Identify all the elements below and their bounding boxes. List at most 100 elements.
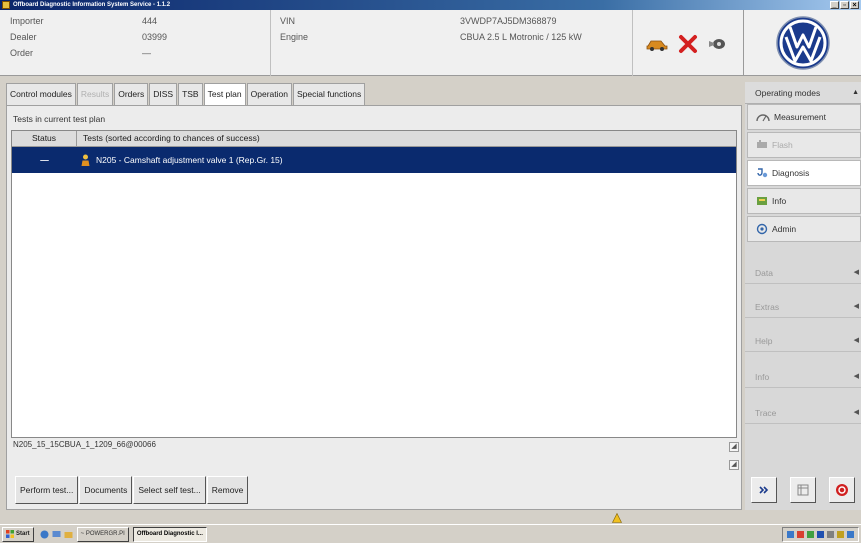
sidebar-section-label: Trace	[755, 408, 777, 418]
row-status: —	[40, 155, 49, 165]
no-connection-icon	[679, 35, 697, 53]
tab-test-plan[interactable]: Test plan	[203, 83, 246, 105]
vw-logo-icon	[775, 15, 830, 70]
operating-modes-header[interactable]: Operating modes ▲	[745, 82, 861, 104]
table-header: Status Tests (sorted according to chance…	[12, 131, 736, 147]
windows-icon	[6, 530, 14, 538]
sidebar-controls	[745, 472, 861, 508]
diagnostic-plug-icon	[709, 39, 725, 49]
action-bar: Perform test... Documents Select self te…	[15, 476, 249, 504]
connection-status	[646, 34, 726, 54]
window-title: Offboard Diagnostic Information System S…	[13, 2, 171, 8]
importer-label: Importer	[10, 16, 44, 26]
taskbar-item-powergr[interactable]: ~ POWERGR.PI	[76, 526, 129, 542]
test-plan-table: Status Tests (sorted according to chance…	[11, 130, 737, 438]
folder-icon[interactable]	[64, 530, 73, 539]
status-bar	[0, 512, 861, 524]
engine-label: Engine	[280, 32, 309, 42]
tab-operation[interactable]: Operation	[246, 83, 292, 105]
sidebar-section-label: Extras	[755, 302, 780, 312]
diagnosis-icon	[757, 168, 768, 178]
vin-label: VIN	[280, 16, 296, 26]
stop-icon	[835, 484, 848, 496]
tab-special-functions[interactable]: Special functions	[292, 83, 366, 105]
sidebar-item-info[interactable]: Info	[747, 188, 861, 214]
order-value: —	[142, 48, 151, 58]
tray-network-icon[interactable]	[787, 531, 794, 538]
header-divider	[632, 10, 633, 76]
sidebar-item-label: Measurement	[774, 112, 826, 122]
sidebar-item-label: Admin	[772, 224, 797, 234]
tab-tsb[interactable]: TSB	[178, 83, 203, 105]
expand-icon: ◀	[853, 337, 859, 344]
sidebar: Operating modes ▲ Measurement Flash Diag…	[745, 82, 861, 510]
admin-icon	[756, 223, 768, 235]
documents-button[interactable]: Documents	[79, 476, 133, 504]
layout-button[interactable]	[789, 477, 816, 503]
sidebar-item-measurement[interactable]: Measurement	[747, 104, 861, 130]
system-tray	[782, 527, 859, 542]
sidebar-section-trace[interactable]: Trace ◀	[745, 402, 861, 424]
sidebar-section-label: Help	[755, 336, 773, 346]
dealer-value: 03999	[142, 32, 168, 42]
maximize-button[interactable]: ▫	[840, 1, 849, 9]
exit-button[interactable]	[828, 477, 855, 503]
tray-update-icon[interactable]	[807, 531, 814, 538]
title-bar: Offboard Diagnostic Information System S…	[0, 0, 861, 10]
sidebar-section-help[interactable]: Help ◀	[745, 330, 861, 352]
dealer-label: Dealer	[10, 32, 37, 42]
sidebar-item-label: Info	[772, 196, 787, 206]
sidebar-item-label: Diagnosis	[772, 168, 810, 178]
vin-value: 3VWDP7AJ5DM368879	[460, 16, 557, 26]
perform-test-button[interactable]: Perform test...	[15, 476, 79, 504]
warning-icon	[612, 513, 622, 523]
quick-launch	[40, 530, 73, 539]
info-icon	[757, 197, 767, 205]
engine-value: CBUA 2.5 L Motronic / 125 kW	[460, 32, 582, 42]
tray-bluetooth-icon[interactable]	[817, 531, 824, 538]
scroll-down-icon[interactable]: ◢	[729, 460, 739, 470]
scroll-up-icon[interactable]: ◢	[729, 442, 739, 452]
tab-results: Results	[76, 83, 114, 105]
window-controls: _ ▫ ×	[830, 1, 859, 9]
sidebar-section-info[interactable]: Info ◀	[745, 366, 861, 388]
taskbar: Start ~ POWERGR.PI Offboard Diagnostic I…	[0, 524, 861, 543]
tray-security-icon[interactable]	[797, 531, 804, 538]
operating-modes-label: Operating modes	[755, 88, 821, 98]
select-self-test-button[interactable]: Select self test...	[133, 476, 206, 504]
close-button[interactable]: ×	[850, 1, 859, 9]
header-divider	[270, 10, 271, 76]
sidebar-item-flash: Flash	[747, 132, 861, 158]
tray-volume-icon[interactable]	[827, 531, 834, 538]
tray-battery-icon[interactable]	[837, 531, 844, 538]
column-header-status[interactable]: Status	[12, 131, 77, 146]
tab-orders[interactable]: Orders	[114, 83, 149, 105]
start-label: Start	[16, 530, 30, 537]
sidebar-section-data[interactable]: Data ◀	[745, 262, 861, 284]
sidebar-item-diagnosis[interactable]: Diagnosis	[747, 160, 861, 186]
browser-icon[interactable]	[40, 530, 49, 539]
remove-button[interactable]: Remove	[206, 476, 249, 504]
car-icon	[646, 40, 668, 51]
tab-control-modules[interactable]: Control modules	[6, 83, 76, 105]
flash-icon	[757, 140, 767, 148]
sidebar-section-extras[interactable]: Extras ◀	[745, 296, 861, 318]
panel-heading: Tests in current test plan	[13, 114, 106, 124]
desktop-icon[interactable]	[52, 530, 61, 539]
column-header-tests[interactable]: Tests (sorted according to chances of su…	[77, 131, 736, 146]
sidebar-item-label: Flash	[772, 140, 793, 150]
table-row[interactable]: — N205 - Camshaft adjustment valve 1 (Re…	[12, 147, 736, 173]
expand-icon: ◀	[853, 373, 859, 380]
tab-bar: Control modules Results Orders DISS TSB …	[6, 83, 366, 105]
taskbar-item-odis[interactable]: Offboard Diagnostic I...	[132, 526, 207, 542]
minimize-button[interactable]: _	[830, 1, 839, 9]
test-file-id: N205_15_15CBUA_1_1209_66@00066	[13, 440, 156, 449]
sidebar-section-label: Data	[755, 268, 773, 278]
collapse-icon: ▲	[852, 89, 859, 96]
start-button[interactable]: Start	[2, 526, 34, 542]
tray-clock-icon[interactable]	[847, 531, 854, 538]
forward-button[interactable]	[751, 477, 778, 503]
brand-logo-area	[743, 10, 861, 76]
sidebar-item-admin[interactable]: Admin	[747, 216, 861, 242]
tab-diss[interactable]: DISS	[149, 83, 178, 105]
